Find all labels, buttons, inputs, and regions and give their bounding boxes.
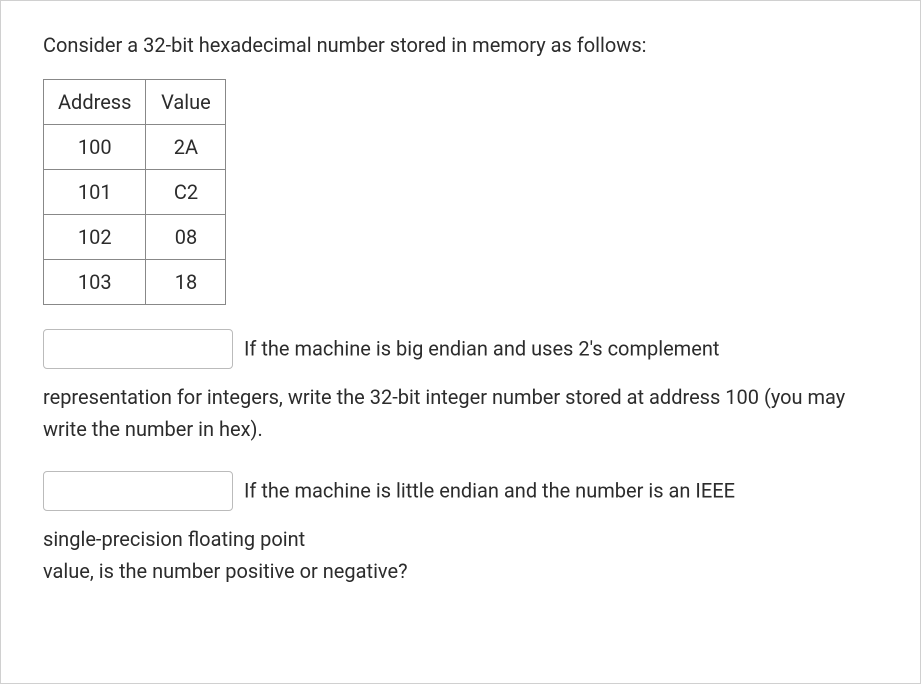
question-container: Consider a 32-bit hexadecimal number sto… bbox=[0, 0, 921, 684]
q2-continuation-2: value, is the number positive or negativ… bbox=[43, 555, 878, 587]
cell-value: 2A bbox=[146, 125, 226, 170]
answer-input-1[interactable] bbox=[43, 329, 233, 369]
header-address: Address bbox=[44, 80, 146, 125]
cell-address: 103 bbox=[44, 260, 146, 305]
table-row: 100 2A bbox=[44, 125, 226, 170]
question-2: If the machine is little endian and the … bbox=[43, 471, 878, 587]
q2-inline-text: If the machine is little endian and the … bbox=[244, 478, 735, 502]
cell-address: 101 bbox=[44, 170, 146, 215]
table-header-row: Address Value bbox=[44, 80, 226, 125]
cell-value: C2 bbox=[146, 170, 226, 215]
memory-table: Address Value 100 2A 101 C2 102 08 103 1… bbox=[43, 79, 226, 305]
table-row: 102 08 bbox=[44, 215, 226, 260]
table-row: 103 18 bbox=[44, 260, 226, 305]
cell-address: 102 bbox=[44, 215, 146, 260]
question-1: If the machine is big endian and uses 2'… bbox=[43, 329, 878, 445]
intro-text: Consider a 32-bit hexadecimal number sto… bbox=[43, 29, 878, 61]
answer-input-2[interactable] bbox=[43, 471, 233, 511]
q1-inline-text: If the machine is big endian and uses 2'… bbox=[244, 336, 719, 360]
cell-value: 08 bbox=[146, 215, 226, 260]
q1-continuation: representation for integers, write the 3… bbox=[43, 381, 878, 445]
cell-address: 100 bbox=[44, 125, 146, 170]
table-row: 101 C2 bbox=[44, 170, 226, 215]
cell-value: 18 bbox=[146, 260, 226, 305]
header-value: Value bbox=[146, 80, 226, 125]
q2-continuation-1: single-precision floating point bbox=[43, 523, 878, 555]
